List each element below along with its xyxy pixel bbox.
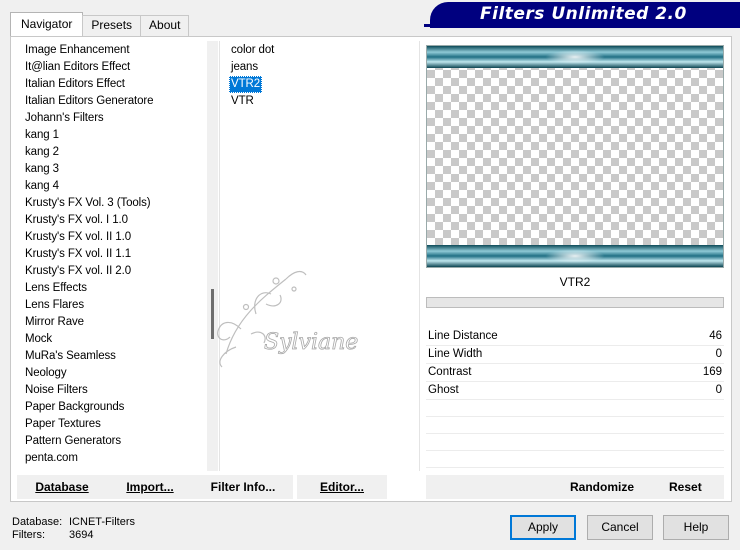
svg-text:Sylviane: Sylviane	[264, 330, 358, 355]
parameter-row[interactable]: Ghost 0	[426, 382, 724, 400]
parameter-label: Contrast	[428, 366, 472, 378]
cancel-button[interactable]: Cancel	[587, 515, 653, 540]
preview-canvas	[426, 45, 724, 268]
app-title: Filters Unlimited 2.0	[480, 4, 687, 24]
filter-item[interactable]: VTR	[229, 93, 256, 110]
category-item[interactable]: kang 4	[23, 178, 61, 195]
category-item[interactable]: It@lian Editors Effect	[23, 59, 132, 76]
database-label: Database:	[12, 516, 63, 528]
filter-info-button[interactable]: Filter Info...	[193, 475, 293, 499]
tab-about[interactable]: About	[140, 15, 190, 36]
database-value: ICNET-Filters	[69, 516, 135, 528]
parameter-row-empty	[426, 400, 724, 417]
category-item[interactable]: kang 1	[23, 127, 61, 144]
parameter-row-empty	[426, 434, 724, 451]
parameter-value[interactable]: 169	[703, 366, 722, 378]
database-button[interactable]: Database	[17, 475, 107, 499]
list-divider	[219, 41, 220, 471]
category-item[interactable]: MuRa's Seamless	[23, 348, 118, 365]
category-item[interactable]: Krusty's FX vol. II 1.0	[23, 229, 133, 246]
preview-divider	[419, 41, 420, 471]
randomize-button[interactable]: Randomize	[570, 475, 634, 499]
category-item[interactable]: kang 2	[23, 144, 61, 161]
category-item[interactable]: Pattern Generators	[23, 433, 123, 450]
reset-button[interactable]: Reset	[669, 475, 702, 499]
help-button[interactable]: Help	[663, 515, 729, 540]
parameter-value[interactable]: 46	[709, 330, 722, 342]
navigator-panel: Image Enhancement It@lian Editors Effect I…	[10, 36, 732, 502]
category-item[interactable]: Mock	[23, 331, 54, 348]
category-item[interactable]: Lens Effects	[23, 280, 89, 297]
category-item[interactable]: Krusty's FX vol. II 1.1	[23, 246, 133, 263]
parameter-label: Line Distance	[428, 330, 498, 342]
parameter-row[interactable]: Contrast 169	[426, 364, 724, 382]
filter-item[interactable]: jeans	[229, 59, 260, 76]
filter-list[interactable]: color dot jeans VTR2 VTR	[229, 42, 409, 470]
parameter-row[interactable]: Line Width 0	[426, 346, 724, 364]
category-scrollbar[interactable]	[207, 41, 218, 471]
sylviane-watermark: Sylviane	[217, 270, 359, 368]
filter-item[interactable]: VTR2	[229, 76, 262, 93]
panel-toolbar: Database Import... Filter Info... Editor…	[11, 475, 731, 501]
editor-button[interactable]: Editor...	[297, 475, 387, 499]
preview-toolbar: Randomize Reset	[426, 475, 724, 499]
tab-presets[interactable]: Presets	[82, 15, 142, 36]
import-button-label: Import...	[126, 480, 174, 494]
category-item[interactable]: Neology	[23, 365, 69, 382]
parameter-row-empty	[426, 417, 724, 434]
parameter-value[interactable]: 0	[716, 348, 722, 360]
tab-navigator[interactable]: Navigator	[10, 12, 84, 36]
category-item[interactable]: Krusty's FX Vol. 3 (Tools)	[23, 195, 153, 212]
category-item[interactable]: Krusty's FX vol. I 1.0	[23, 212, 130, 229]
category-item[interactable]: Paper Backgrounds	[23, 399, 126, 416]
category-item[interactable]: Paper Textures	[23, 416, 103, 433]
filter-info-button-label: Filter Info...	[210, 480, 276, 494]
category-list[interactable]: Image Enhancement It@lian Editors Effect I…	[23, 42, 206, 470]
category-item[interactable]: Italian Editors Effect	[23, 76, 127, 93]
database-info: Database: ICNET-Filters Filters: 3694	[12, 516, 135, 542]
tab-bar: Navigator Presets About	[10, 12, 190, 36]
category-item[interactable]: Noise Filters	[23, 382, 90, 399]
category-item[interactable]: Krusty's FX vol. II 2.0	[23, 263, 133, 280]
apply-button[interactable]: Apply	[510, 515, 576, 540]
parameter-row[interactable]: Line Distance 46	[426, 328, 724, 346]
category-item[interactable]: Italian Editors Generatore	[23, 93, 155, 110]
parameter-list: Line Distance 46 Line Width 0 Contrast 169 Gho…	[426, 328, 724, 468]
preview-bottom-band	[427, 245, 723, 267]
import-button[interactable]: Import...	[105, 475, 195, 499]
parameter-value[interactable]: 0	[716, 384, 722, 396]
parameter-label: Line Width	[428, 348, 483, 360]
parameter-label: Ghost	[428, 384, 459, 396]
filters-count-value: 3694	[69, 529, 94, 541]
category-item[interactable]: Lens Flares	[23, 297, 86, 314]
category-item[interactable]: Image Enhancement	[23, 42, 131, 59]
database-button-label: Database	[35, 480, 89, 494]
selected-filter-name: VTR2	[559, 275, 591, 289]
category-item[interactable]: penta.com	[23, 450, 80, 467]
parameter-row-empty	[426, 451, 724, 468]
filters-count-label: Filters:	[12, 529, 45, 541]
filter-item[interactable]: color dot	[229, 42, 276, 59]
preview-top-band	[427, 46, 723, 68]
category-item[interactable]: Johann's Filters	[23, 110, 106, 127]
category-item[interactable]: kang 3	[23, 161, 61, 178]
category-item[interactable]: Mirror Rave	[23, 314, 86, 331]
editor-button-label: Editor...	[319, 480, 364, 494]
progress-bar	[426, 297, 724, 308]
